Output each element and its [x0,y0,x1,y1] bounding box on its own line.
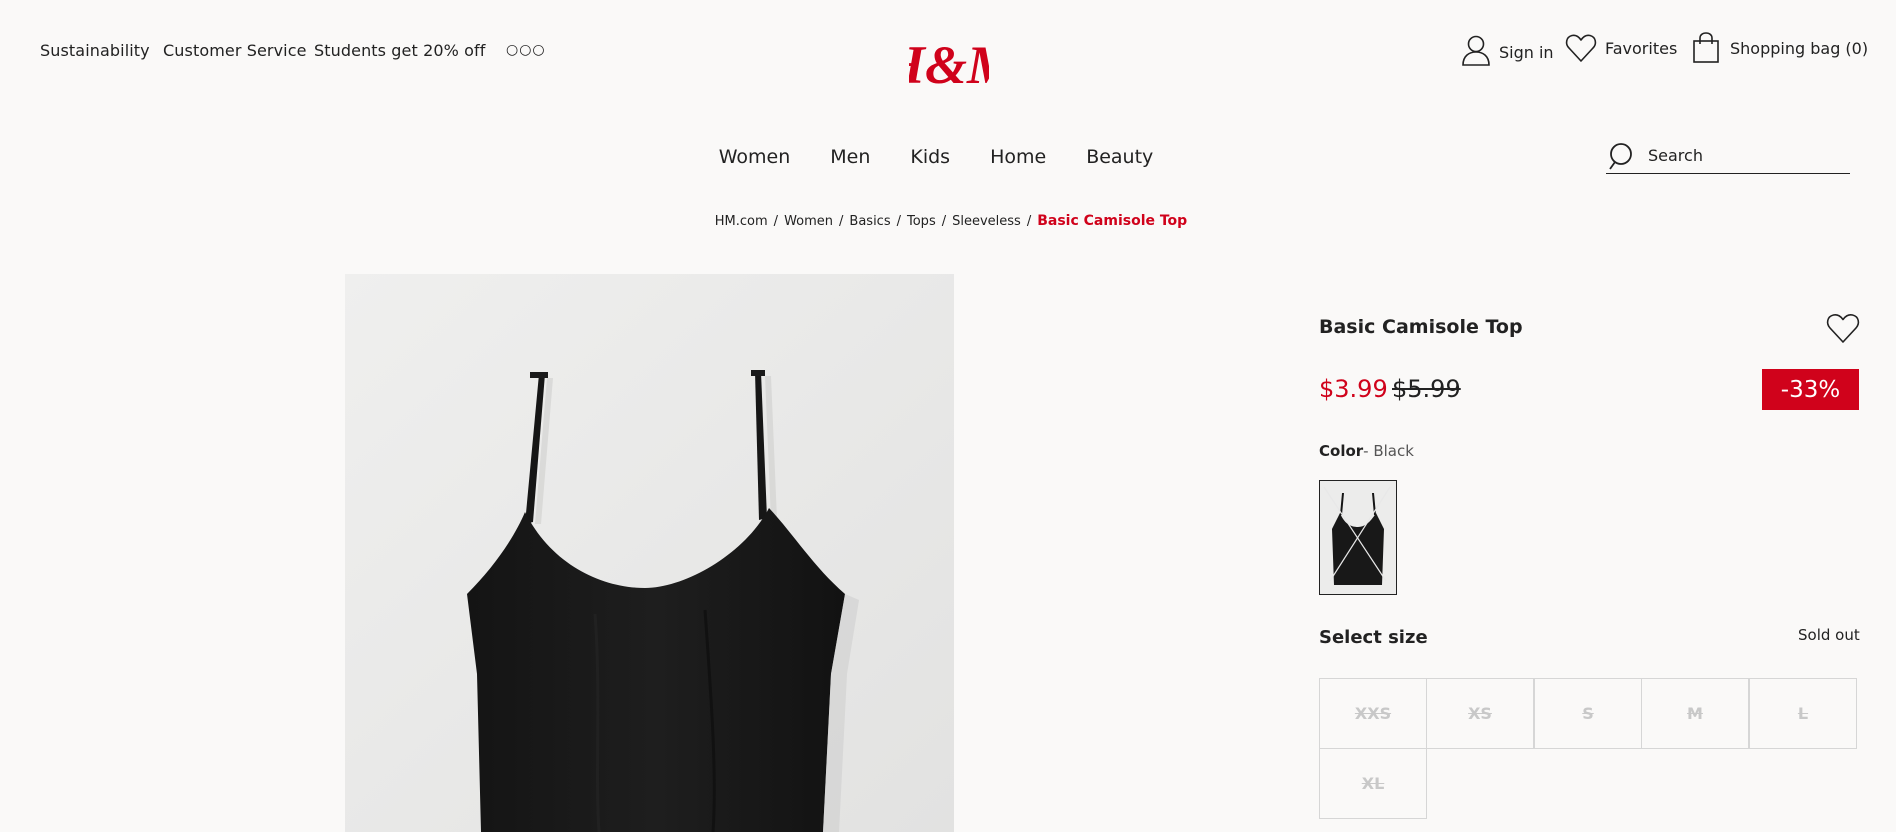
favorites-button[interactable]: Favorites [1565,33,1677,63]
product-image[interactable] [345,274,954,832]
camisole-illustration [345,274,954,832]
sign-in-button[interactable]: Sign in [1461,34,1554,66]
heart-icon [1826,313,1860,343]
search-bar [1606,138,1850,174]
select-size-label: Select size [1319,627,1428,648]
sign-in-label: Sign in [1499,42,1554,62]
breadcrumb-separator: / [941,214,947,229]
color-label-key: Color [1319,442,1364,460]
color-label: Color- Black [1319,442,1414,460]
breadcrumb-separator: / [839,214,844,229]
shopping-bag-label: Shopping bag (0) [1730,38,1869,58]
shopping-bag-button[interactable]: Shopping bag (0) [1692,32,1868,64]
size-option-xs[interactable]: XS [1426,678,1534,749]
size-option-xl[interactable]: XL [1319,748,1427,819]
sustainability-link[interactable]: Sustainability [40,41,150,60]
nav-item-women[interactable]: Women [719,146,791,168]
nav-item-men[interactable]: Men [830,146,870,168]
size-option-s[interactable]: S [1534,678,1642,749]
search-input[interactable] [1648,146,1838,165]
breadcrumb-tops[interactable]: Tops [907,214,936,229]
original-price: $5.99 [1392,375,1461,403]
breadcrumb-current: Basic Camisole Top [1037,213,1188,229]
breadcrumb-women[interactable]: Women [784,214,833,229]
swatch-thumbnail [1320,481,1396,594]
students-discount-link[interactable]: Students get 20% off [314,41,485,60]
search-icon[interactable] [1608,141,1636,171]
heart-icon [1565,34,1597,62]
user-icon [1462,35,1490,66]
size-option-l[interactable]: L [1749,678,1857,749]
nav-item-beauty[interactable]: Beauty [1086,146,1153,168]
size-option-xxs[interactable]: XXS [1319,678,1427,749]
breadcrumb-hm[interactable]: HM.com [715,214,768,229]
customer-service-link[interactable]: Customer Service [163,41,307,60]
add-to-favorites-button[interactable] [1826,312,1860,346]
nav-item-kids[interactable]: Kids [910,146,950,168]
color-label-value: - Black [1363,442,1414,460]
hm-logo-mark: H&M [882,35,1017,95]
favorites-label: Favorites [1605,38,1678,58]
availability-status: Sold out [1798,626,1860,644]
breadcrumb-separator: / [1026,214,1032,229]
hm-logo[interactable]: H&M [882,33,1017,95]
breadcrumb-separator: / [773,214,779,229]
breadcrumb-basics[interactable]: Basics [849,214,890,229]
discount-badge: -33% [1762,369,1859,410]
product-title: Basic Camisole Top [1319,316,1523,338]
nav-item-home[interactable]: Home [990,146,1046,168]
color-swatch-black[interactable] [1319,480,1397,595]
breadcrumb: HM.com / Women / Basics / Tops / Sleevel… [0,213,1896,229]
logo-text: H&M [909,35,989,91]
breadcrumb-separator: / [896,214,901,229]
breadcrumb-sleeveless[interactable]: Sleeveless [952,214,1021,229]
size-option-m[interactable]: M [1641,678,1749,749]
shopping-bag-icon [1693,32,1719,63]
more-dots-icon[interactable]: ○○○ [506,42,546,58]
sale-price: $3.99 [1319,375,1388,403]
